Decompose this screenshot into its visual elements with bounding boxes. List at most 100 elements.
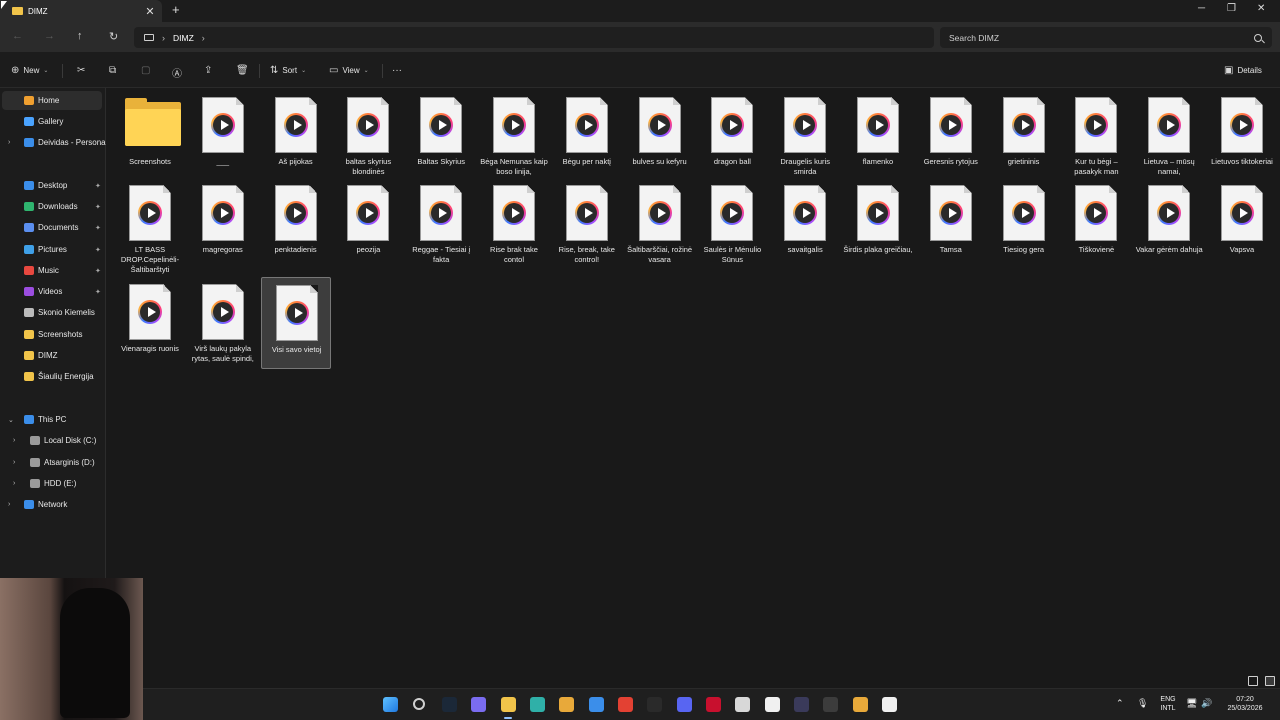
video-file-item[interactable]: Vakar gėrėm dahuja <box>1134 178 1204 270</box>
video-file-item[interactable]: ___ <box>188 90 258 182</box>
app-red-icon[interactable] <box>706 697 721 712</box>
steam-icon[interactable] <box>442 697 457 712</box>
forward-button[interactable]: → <box>44 30 55 42</box>
address-bar[interactable]: › DIMZ › <box>134 27 934 48</box>
file-explorer-icon[interactable] <box>501 697 516 712</box>
chevron-down-icon[interactable]: ⌄ <box>8 416 14 424</box>
video-file-item[interactable]: Visi savo vietoj <box>260 277 331 369</box>
minimize-button[interactable]: ─ <box>1198 3 1205 14</box>
copilot-icon[interactable] <box>471 697 486 712</box>
details-view-toggle[interactable] <box>1248 676 1258 686</box>
video-file-item[interactable]: grietininis <box>989 90 1059 182</box>
large-icons-view-toggle[interactable] <box>1265 676 1275 686</box>
sidebar-item-documents[interactable]: Documents ✦ <box>2 218 102 237</box>
epic-games-icon[interactable] <box>647 697 662 712</box>
video-file-item[interactable]: magregoras <box>188 178 258 270</box>
microphone-icon[interactable]: 🎙 <box>1137 699 1148 708</box>
search-icon[interactable] <box>413 698 425 710</box>
network-icon[interactable]: 🖥 <box>1186 699 1197 708</box>
tray-overflow-chevron-icon[interactable]: ⌃ <box>1116 699 1124 708</box>
video-file-item[interactable]: Geresnis rytojus <box>916 90 986 182</box>
document-icon[interactable] <box>765 697 780 712</box>
sidebar-item-videos[interactable]: Videos ✦ <box>2 282 102 301</box>
video-file-item[interactable]: Bėga Nemunas kaip boso linija, <box>479 90 549 182</box>
video-file-item[interactable]: LT BASS DROP.Cepelinėli-Šaltibarštyti <box>115 178 185 274</box>
sidebar-item-local-disk-c-[interactable]: › Local Disk (C:) <box>2 431 102 450</box>
sidebar-item-atsarginis-d-[interactable]: › Atsarginis (D:) <box>2 453 102 472</box>
video-file-item[interactable]: Tamsa <box>916 178 986 270</box>
sidebar-item--iauli-energija[interactable]: Šiaulių Energija <box>2 367 102 386</box>
start-icon[interactable] <box>383 697 398 712</box>
sidebar-item-pictures[interactable]: Pictures ✦ <box>2 240 102 259</box>
paste-button[interactable]: ▢ <box>141 65 150 76</box>
search-input[interactable]: Search DIMZ <box>949 33 1254 43</box>
sidebar-item-network[interactable]: › Network <box>2 495 102 514</box>
video-file-item[interactable]: Šaltibarščiai, rožinė vasara <box>625 178 695 270</box>
video-file-item[interactable]: penktadienis <box>261 178 331 270</box>
sidebar-item-this-pc[interactable]: ⌄ This PC <box>2 410 102 429</box>
video-file-item[interactable]: Lietuvos tiktokeriai <box>1207 90 1277 182</box>
video-file-item[interactable]: flamenko <box>843 90 913 182</box>
sidebar-item-screenshots[interactable]: Screenshots <box>2 325 102 344</box>
share-button[interactable]: ⇪ <box>204 65 212 76</box>
tab-dimz[interactable]: DIMZ ✕ <box>0 0 162 22</box>
video-file-item[interactable]: Tiškovienė <box>1061 178 1131 270</box>
video-file-item[interactable]: bulves su kefyru <box>625 90 695 182</box>
sort-button[interactable]: ⇅ Sort ⌄ <box>270 65 306 76</box>
chevron-right-icon[interactable]: › <box>13 480 15 487</box>
details-button[interactable]: ▣ Details <box>1224 65 1262 76</box>
video-file-item[interactable]: Bėgu per naktį <box>552 90 622 182</box>
delete-button[interactable]: 🗑 <box>236 65 249 76</box>
search-box[interactable]: Search DIMZ <box>940 27 1272 48</box>
store-icon[interactable] <box>559 697 574 712</box>
folder-item[interactable]: Screenshots <box>115 90 185 182</box>
copy-button[interactable]: ⧉ <box>109 65 116 76</box>
chevron-right-icon[interactable]: › <box>8 501 10 508</box>
video-file-item[interactable]: Rise, break, take control! <box>552 178 622 270</box>
tab-close-icon[interactable]: ✕ <box>142 5 158 18</box>
video-file-item[interactable]: Baltas Skyrius <box>406 90 476 182</box>
refresh-button[interactable]: ↻ <box>109 30 118 43</box>
video-file-item[interactable]: Saulės ir Mėnulio Sūnus <box>697 178 767 270</box>
sidebar-item-desktop[interactable]: Desktop ✦ <box>2 176 102 195</box>
sidebar-item-deividas-personal[interactable]: › Deividas - Personal <box>2 133 107 152</box>
chevron-right-icon[interactable]: › <box>13 459 15 466</box>
close-window-button[interactable]: ✕ <box>1257 3 1265 14</box>
video-file-item[interactable]: Draugelis kuris smirda <box>770 90 840 182</box>
chrome-alt-icon[interactable] <box>853 697 868 712</box>
maximize-button[interactable]: ❐ <box>1227 3 1236 14</box>
media-player-icon[interactable] <box>882 697 897 712</box>
new-button[interactable]: ⊕ New ⌄ <box>11 65 48 76</box>
rename-button[interactable]: Ⓐ <box>172 65 182 80</box>
video-file-item[interactable]: Virš laukų pakyla rytas, saulė spindi, <box>188 277 258 369</box>
clock[interactable]: 07:20 25/03/2026 <box>1222 695 1268 713</box>
sidebar-item-home[interactable]: Home <box>2 91 102 110</box>
discord-icon[interactable] <box>677 697 692 712</box>
chrome-icon[interactable] <box>618 697 633 712</box>
video-file-item[interactable]: peozija <box>333 178 403 270</box>
breadcrumb-dimz[interactable]: DIMZ <box>173 33 194 43</box>
edge-icon[interactable] <box>530 697 545 712</box>
more-options-button[interactable]: ··· <box>392 65 402 76</box>
video-file-item[interactable]: Tiesiog gera <box>989 178 1059 270</box>
video-file-item[interactable]: Reggae - Tiesiai į fakta <box>406 178 476 270</box>
capcut-icon[interactable] <box>735 697 750 712</box>
video-file-item[interactable]: savaitgalis <box>770 178 840 270</box>
video-file-item[interactable]: dragon ball <box>697 90 767 182</box>
chevron-right-icon[interactable]: › <box>13 437 15 444</box>
cut-button[interactable]: ✂ <box>77 65 85 76</box>
sidebar-item-skonio-kiemelis[interactable]: Skonio Kiemelis <box>2 303 102 322</box>
video-file-item[interactable]: Širdis plaka greičiau, <box>843 178 913 270</box>
up-button[interactable]: ↑ <box>77 30 83 42</box>
game-icon[interactable] <box>794 697 809 712</box>
new-tab-button[interactable]: + <box>172 2 180 17</box>
chevron-right-icon[interactable]: › <box>162 33 165 43</box>
video-file-item[interactable]: Vapsva <box>1207 178 1277 270</box>
video-file-item[interactable]: baltas skyrius blondinės <box>333 90 403 182</box>
video-file-item[interactable]: Kur tu bėgi – pasakyk man <box>1061 90 1131 182</box>
volume-icon[interactable]: 🔊 <box>1201 699 1212 708</box>
input-language[interactable]: ENG INTL <box>1158 695 1178 713</box>
mail-icon[interactable] <box>589 697 604 712</box>
video-file-item[interactable]: Vienaragis ruonis <box>115 277 185 369</box>
sidebar-item-downloads[interactable]: Downloads ✦ <box>2 197 102 216</box>
